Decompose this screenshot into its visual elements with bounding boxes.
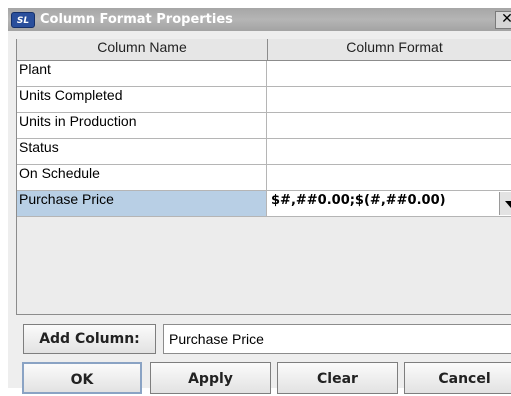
- column-format-header[interactable]: Column Format: [268, 39, 511, 60]
- column-name-cell[interactable]: Plant: [17, 61, 267, 86]
- table-divider: [16, 314, 511, 315]
- add-column-button[interactable]: Add Column:: [23, 324, 156, 354]
- table-row[interactable]: Units in Production: [17, 113, 511, 139]
- table-row[interactable]: Status: [17, 139, 511, 165]
- column-format-cell[interactable]: [268, 61, 511, 86]
- column-format-table: Column Name Column Format Plant Units Co…: [16, 39, 511, 315]
- column-format-cell[interactable]: [268, 113, 511, 138]
- column-name-header[interactable]: Column Name: [17, 39, 268, 60]
- chevron-down-icon[interactable]: [499, 192, 511, 215]
- format-combo-box[interactable]: $#,##0.00;$(#,##0.00): [268, 191, 511, 216]
- clear-button[interactable]: Clear: [277, 362, 398, 394]
- table-header: Column Name Column Format: [17, 39, 511, 61]
- apply-button[interactable]: Apply: [150, 362, 271, 394]
- close-icon[interactable]: ✕: [495, 11, 511, 29]
- column-format-dialog: SL Column Format Properties ✕ Column Nam…: [8, 8, 511, 394]
- window-title: Column Format Properties: [40, 12, 233, 27]
- table-row[interactable]: Units Completed: [17, 87, 511, 113]
- format-combo-value[interactable]: $#,##0.00;$(#,##0.00): [271, 193, 446, 208]
- ok-button[interactable]: OK: [22, 362, 142, 394]
- add-column-input[interactable]: Purchase Price: [163, 324, 511, 354]
- cancel-button[interactable]: Cancel: [404, 362, 511, 394]
- column-format-cell[interactable]: [268, 165, 511, 190]
- column-name-cell[interactable]: Units Completed: [17, 87, 267, 112]
- column-name-cell[interactable]: Units in Production: [17, 113, 267, 138]
- table-row[interactable]: Plant: [17, 61, 511, 87]
- column-format-cell[interactable]: [268, 87, 511, 112]
- table-row-selected[interactable]: Purchase Price $#,##0.00;$(#,##0.00): [17, 191, 511, 217]
- table-row[interactable]: On Schedule: [17, 165, 511, 191]
- app-icon: SL: [11, 12, 35, 28]
- column-name-cell[interactable]: Status: [17, 139, 267, 164]
- column-name-cell[interactable]: On Schedule: [17, 165, 267, 190]
- column-format-cell[interactable]: [268, 139, 511, 164]
- column-name-cell[interactable]: Purchase Price: [17, 191, 267, 216]
- title-bar[interactable]: SL Column Format Properties ✕: [8, 8, 511, 31]
